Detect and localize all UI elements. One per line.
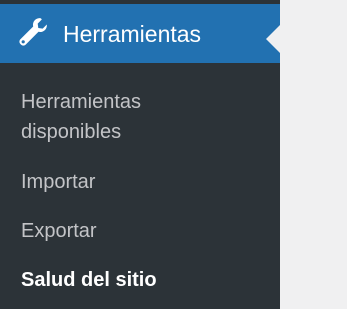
submenu-item-salud-del-sitio[interactable]: Salud del sitio: [21, 265, 157, 295]
page: Herramientas Herramientas disponibles Im…: [0, 0, 347, 309]
menu-item-label: Herramientas: [63, 21, 202, 47]
submenu-item-importar[interactable]: Importar: [21, 167, 95, 197]
current-menu-arrow: [266, 25, 280, 53]
wrench-icon: [19, 18, 47, 46]
submenu-item-herramientas-disponibles[interactable]: Herramientas disponibles: [21, 87, 221, 147]
submenu-item-exportar[interactable]: Exportar: [21, 216, 97, 246]
menu-item-herramientas[interactable]: Herramientas: [0, 4, 280, 63]
admin-sidebar-menu: Herramientas Herramientas disponibles Im…: [0, 0, 280, 309]
